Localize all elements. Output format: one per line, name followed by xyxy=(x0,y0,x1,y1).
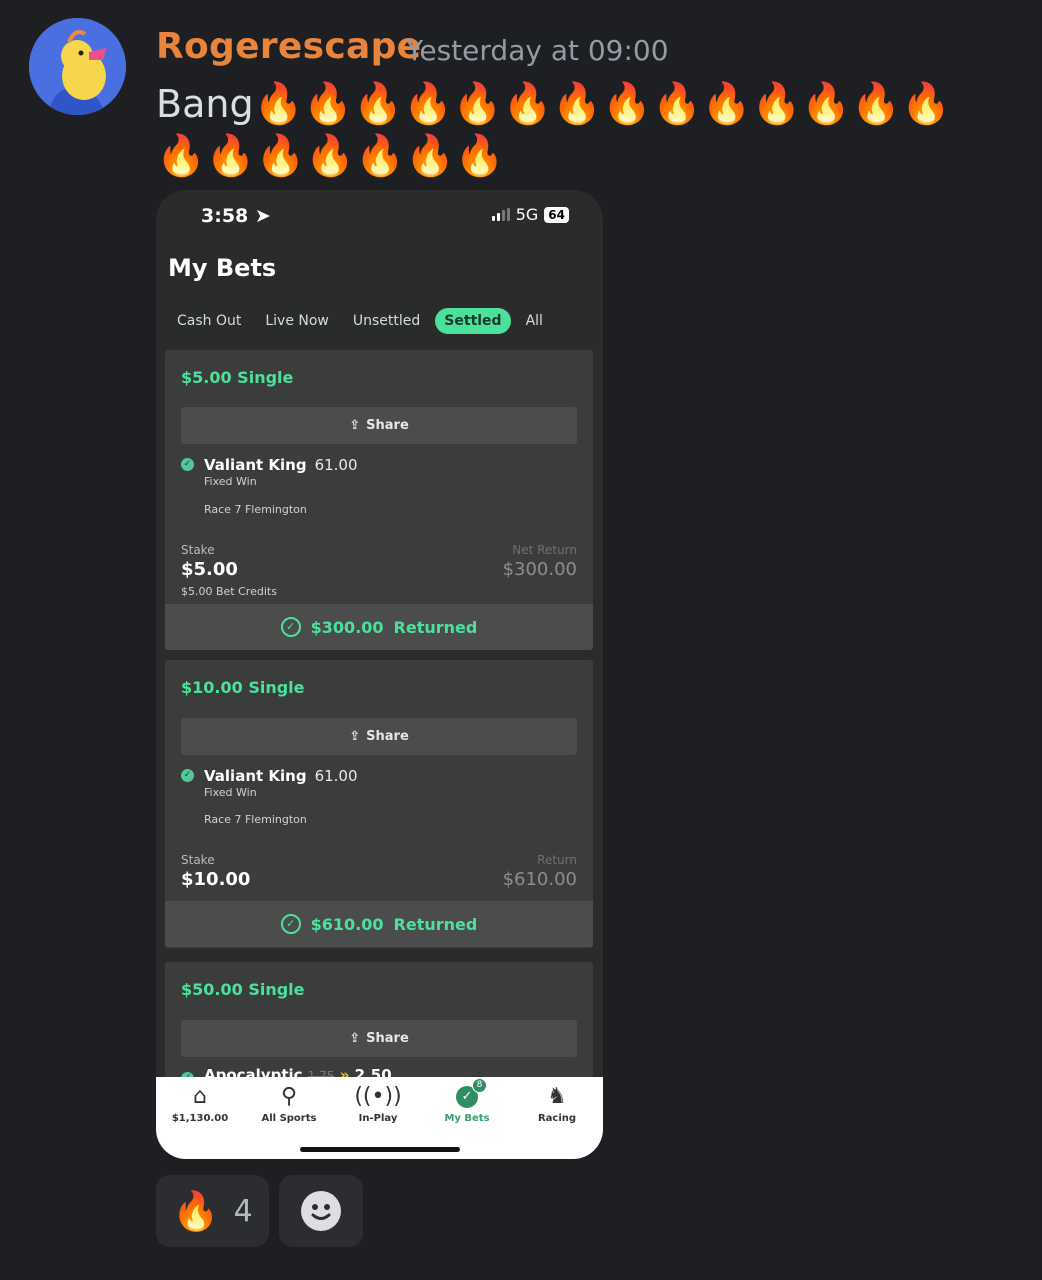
returned-banner: ✓ $300.00 Returned xyxy=(165,604,593,650)
fire-emoji-row-1: 🔥🔥🔥🔥🔥🔥🔥🔥🔥🔥🔥🔥🔥🔥 xyxy=(253,81,951,127)
broadcast-icon: ((•)) xyxy=(354,1084,402,1109)
check-icon: ✓ 8 xyxy=(456,1078,487,1108)
share-icon: ⇪ xyxy=(349,729,361,744)
smiley-icon xyxy=(301,1191,341,1231)
network-label: 5G xyxy=(515,205,539,224)
stake-value: $10.00 xyxy=(181,869,251,890)
returned-check-icon: ✓ xyxy=(280,617,301,637)
share-label: Share xyxy=(366,1031,409,1046)
fire-reaction[interactable]: 🔥 4 xyxy=(156,1175,269,1247)
leg-won-check-icon: ✓ xyxy=(181,769,194,782)
share-icon: ⇪ xyxy=(349,418,361,433)
battery-icon: 64 xyxy=(544,206,569,223)
status-indicators: 5G 64 xyxy=(491,205,569,224)
bet-credits: $5.00 Bet Credits xyxy=(181,585,277,598)
return-label: Net Return xyxy=(512,543,577,557)
home-icon: ⌂ xyxy=(193,1084,207,1109)
fire-emoji: 🔥 xyxy=(172,1188,220,1233)
bet-type: Fixed Win xyxy=(204,475,257,488)
return-label: Return xyxy=(537,853,577,867)
bet-card[interactable]: $5.00 Single ⇪ Share ✓ Valiant King 61.00… xyxy=(165,350,593,650)
returned-banner: ✓ $610.00 Returned xyxy=(165,901,593,947)
tab-cash-out[interactable]: Cash Out xyxy=(168,308,250,334)
selection-odds: 61.00 xyxy=(314,767,358,785)
nav-label: Racing xyxy=(537,1113,577,1124)
page-title: My Bets xyxy=(168,254,277,282)
horse-icon: ♞ xyxy=(547,1084,567,1109)
status-time-text: 3:58 xyxy=(201,205,249,227)
nav-balance-label: $1,130.00 xyxy=(171,1113,229,1124)
share-button[interactable]: ⇪ Share xyxy=(181,407,577,444)
avatar[interactable] xyxy=(29,18,126,115)
bet-title: $10.00 Single xyxy=(181,678,305,697)
location-arrow-icon: ➤ xyxy=(254,205,271,227)
returned-amount: $610.00 xyxy=(310,914,384,934)
bet-title: $5.00 Single xyxy=(181,368,294,387)
nav-in-play[interactable]: ((•)) In-Play xyxy=(333,1083,423,1124)
tab-settled[interactable]: Settled xyxy=(435,308,511,334)
share-label: Share xyxy=(366,729,409,744)
message-timestamp: Yesterday at 09:00 xyxy=(406,34,669,67)
message-text: Bang🔥🔥🔥🔥🔥🔥🔥🔥🔥🔥🔥🔥🔥🔥 🔥🔥🔥🔥🔥🔥🔥 xyxy=(156,78,986,182)
return-value: $300.00 xyxy=(502,559,577,580)
duck-avatar-icon xyxy=(29,18,126,115)
message-body: Bang xyxy=(156,82,254,126)
bet-tabs: Cash Out Live Now Unsettled Settled All xyxy=(168,308,558,334)
nav-label: My Bets xyxy=(444,1113,490,1124)
stake-value: $5.00 xyxy=(181,559,238,580)
my-bets-badge: 8 xyxy=(472,1078,487,1093)
signal-icon xyxy=(491,208,510,221)
nav-label: In-Play xyxy=(358,1113,398,1124)
nav-label: All Sports xyxy=(261,1113,317,1124)
returned-label: Returned xyxy=(393,617,478,637)
attached-screenshot[interactable]: 3:58 ➤ 5G 64 My Bets Cash Out Live Now U… xyxy=(156,190,603,1159)
selection-name: Valiant King xyxy=(204,767,307,785)
nav-my-bets[interactable]: ✓ 8 My Bets xyxy=(422,1078,512,1124)
author-name[interactable]: Rogerescape xyxy=(156,26,421,67)
nav-home[interactable]: ⌂ $1,130.00 xyxy=(156,1083,245,1124)
nav-icon-wrap: ✓ 8 xyxy=(422,1078,512,1111)
selection-name: Valiant King xyxy=(204,456,307,474)
tab-unsettled[interactable]: Unsettled xyxy=(344,308,429,334)
share-button[interactable]: ⇪ Share xyxy=(181,718,577,755)
tab-all[interactable]: All xyxy=(517,308,552,334)
bet-card[interactable]: $10.00 Single ⇪ Share ✓ Valiant King 61.0… xyxy=(165,660,593,948)
nav-racing[interactable]: ♞ Racing xyxy=(512,1083,602,1124)
smiley-face-icon xyxy=(311,1204,331,1220)
share-icon: ⇪ xyxy=(349,1031,361,1046)
race-name: Race 7 Flemington xyxy=(204,503,307,516)
reaction-count: 4 xyxy=(233,1193,253,1229)
leg-won-check-icon: ✓ xyxy=(181,458,194,471)
returned-label: Returned xyxy=(393,914,478,934)
race-name: Race 7 Flemington xyxy=(204,813,307,826)
bet-card[interactable]: $50.00 Single ⇪ Share ✓ Apocalyptic 1.75… xyxy=(165,962,593,1082)
returned-amount: $300.00 xyxy=(310,617,384,637)
home-indicator xyxy=(300,1147,460,1152)
selection-row: Valiant King 61.00 xyxy=(204,456,358,474)
search-icon: ⚲ xyxy=(280,1084,298,1109)
share-label: Share xyxy=(366,418,409,433)
returned-check-icon: ✓ xyxy=(280,914,301,934)
share-button[interactable]: ⇪ Share xyxy=(181,1020,577,1057)
fire-emoji-row-2: 🔥🔥🔥🔥🔥🔥🔥 xyxy=(156,133,505,179)
add-reaction-button[interactable] xyxy=(279,1175,363,1247)
bet-type: Fixed Win xyxy=(204,786,257,799)
status-time: 3:58 ➤ xyxy=(201,205,271,227)
selection-row: Valiant King 61.00 xyxy=(204,767,358,785)
stake-label: Stake xyxy=(181,543,215,557)
nav-all-sports[interactable]: ⚲ All Sports xyxy=(244,1083,334,1124)
return-value: $610.00 xyxy=(502,869,577,890)
stake-label: Stake xyxy=(181,853,215,867)
bet-title: $50.00 Single xyxy=(181,980,305,999)
selection-odds: 61.00 xyxy=(314,456,358,474)
tab-live-now[interactable]: Live Now xyxy=(256,308,338,334)
